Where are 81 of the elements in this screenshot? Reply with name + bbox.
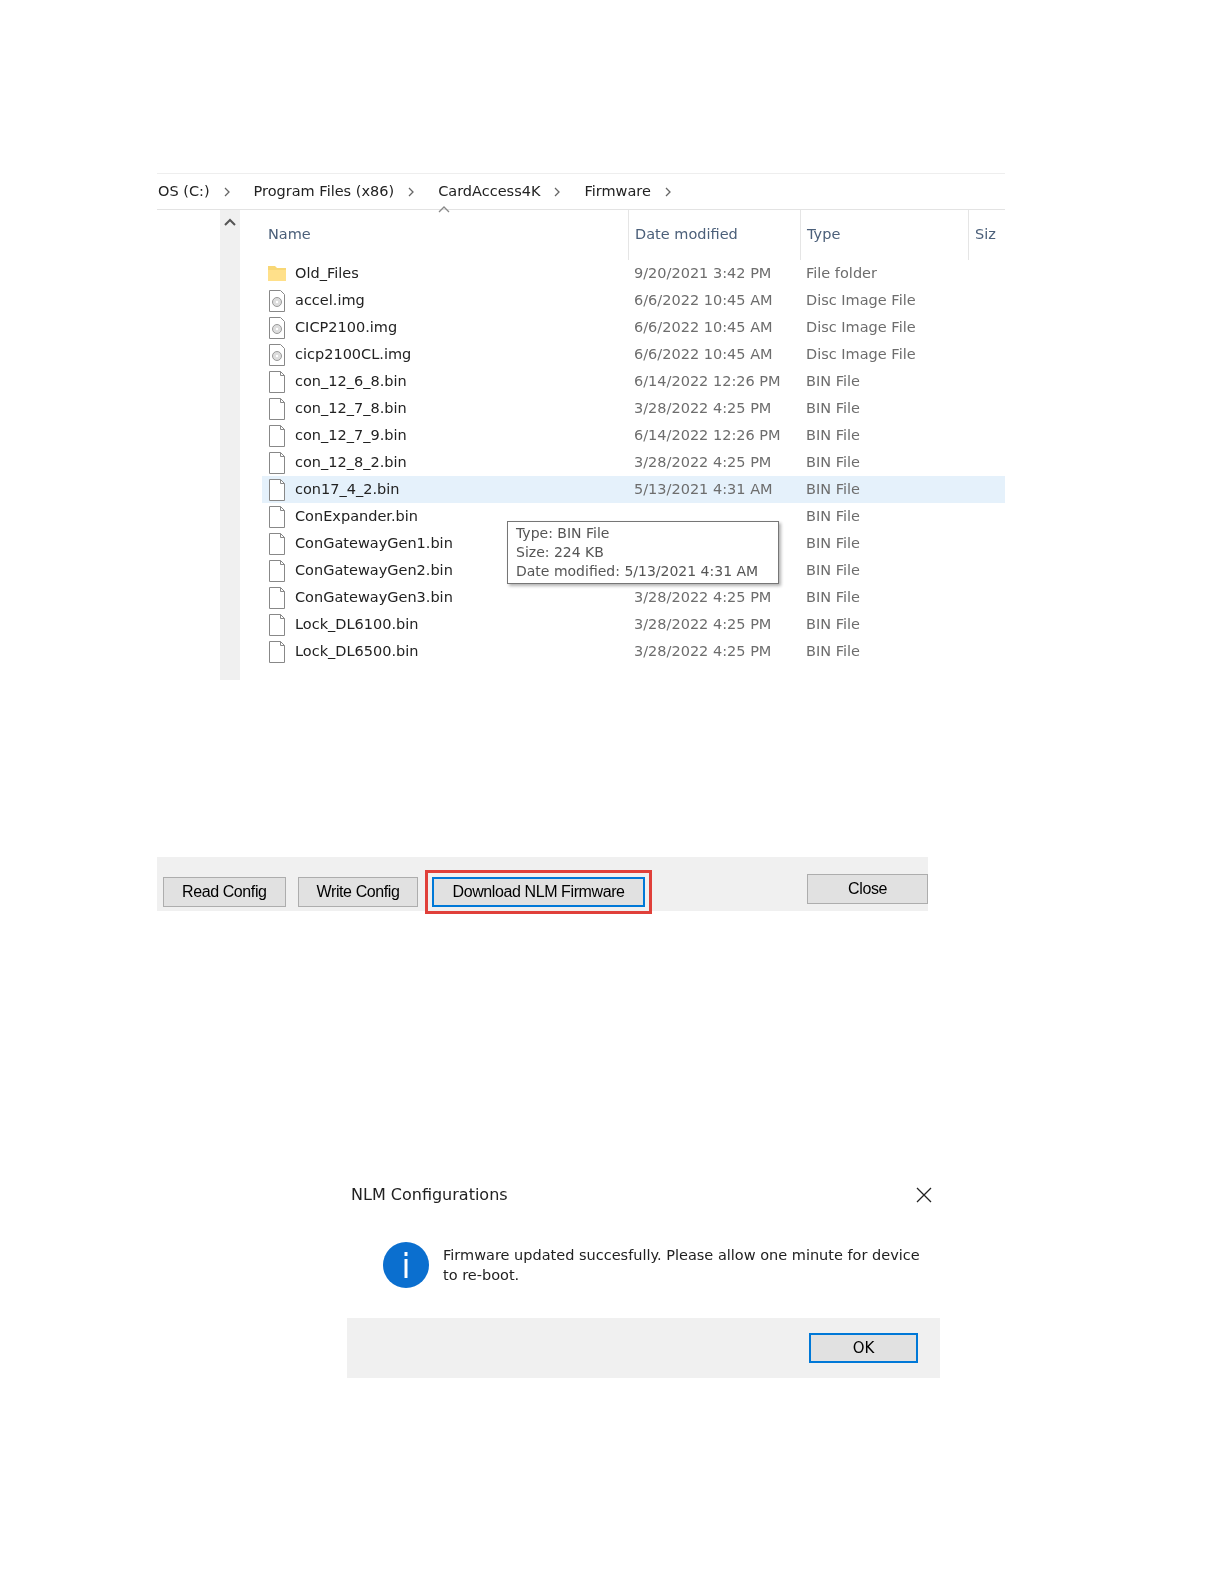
- file-icon: [268, 478, 286, 501]
- file-icon: [268, 397, 286, 420]
- file-name: con17_4_2.bin: [295, 479, 400, 499]
- type-text: BIN File: [806, 507, 860, 524]
- chevron-right-icon: [664, 186, 672, 197]
- file-name: ConGatewayGen3.bin: [295, 587, 453, 607]
- config-button[interactable]: Read Config: [163, 877, 286, 907]
- file-name: Lock_DL6100.bin: [295, 614, 419, 634]
- type-text: Disc Image File: [806, 291, 916, 308]
- breadcrumb-item[interactable]: OS (C:): [158, 180, 210, 203]
- column-header[interactable]: Name: [268, 224, 628, 246]
- file-name: ConExpander.bin: [295, 506, 418, 526]
- file-name: con_12_8_2.bin: [295, 452, 407, 472]
- ok-button[interactable]: OK: [809, 1333, 918, 1363]
- date-text: 6/6/2022 10:45 AM: [634, 291, 773, 308]
- chevron-right-icon: [554, 186, 562, 197]
- type-text: Disc Image File: [806, 345, 916, 362]
- tooltip-line: Date modified: 5/13/2021 4:31 AM: [516, 562, 760, 581]
- config-button[interactable]: Close: [807, 874, 928, 904]
- file-name: accel.img: [295, 290, 365, 310]
- file-name: con_12_7_9.bin: [295, 425, 407, 445]
- date-text: 6/14/2022 12:26 PM: [634, 372, 781, 389]
- file-name: CICP2100.img: [295, 317, 398, 337]
- type-text: Disc Image File: [806, 318, 916, 335]
- date-text: 3/28/2022 4:25 PM: [634, 642, 772, 659]
- file-icon: [268, 424, 286, 447]
- dialog-message: Firmware updated succesfully. Please allow one minute for device to re-boot.: [443, 1246, 920, 1285]
- type-text: BIN File: [806, 453, 860, 470]
- column-header[interactable]: Date modified: [628, 210, 800, 260]
- date-text: 3/28/2022 4:25 PM: [634, 453, 772, 470]
- disc-file-icon: [268, 316, 286, 339]
- type-text: BIN File: [806, 642, 860, 659]
- file-icon: [268, 451, 286, 474]
- file-name: ConGatewayGen2.bin: [295, 560, 453, 580]
- file-name: ConGatewayGen1.bin: [295, 533, 453, 553]
- scroll-up-icon[interactable]: [224, 218, 236, 226]
- file-name: Lock_DL6500.bin: [295, 641, 419, 661]
- breadcrumb-item[interactable]: CardAccess4K: [438, 180, 541, 203]
- file-name: con_12_6_8.bin: [295, 371, 407, 391]
- date-text: 9/20/2021 3:42 PM: [634, 264, 772, 281]
- type-text: BIN File: [806, 372, 860, 389]
- close-icon[interactable]: [916, 1187, 932, 1203]
- chevron-right-icon: [223, 186, 231, 197]
- type-text: BIN File: [806, 426, 860, 443]
- tooltip-line: Size: 224 KB: [516, 543, 605, 562]
- disc-file-icon: [268, 343, 286, 366]
- date-text: 6/14/2022 12:26 PM: [634, 426, 781, 443]
- date-text: 6/6/2022 10:45 AM: [634, 318, 773, 335]
- file-name: cicp2100CL.img: [295, 344, 412, 364]
- file-icon: [268, 586, 286, 609]
- column-header[interactable]: Type: [800, 210, 968, 260]
- type-text: BIN File: [806, 480, 860, 497]
- type-text: BIN File: [806, 399, 860, 416]
- config-button[interactable]: Write Config: [297, 877, 419, 907]
- date-text: 6/6/2022 10:45 AM: [634, 345, 773, 362]
- tooltip-line: Type: BIN File: [516, 524, 611, 543]
- date-text: 5/13/2021 4:31 AM: [634, 480, 773, 497]
- type-text: BIN File: [806, 561, 860, 578]
- file-icon: [268, 640, 286, 663]
- type-text: BIN File: [806, 615, 860, 632]
- info-icon: [383, 1242, 429, 1288]
- file-icon: [268, 370, 286, 393]
- type-text: BIN File: [806, 588, 860, 605]
- chevron-right-icon: [408, 186, 416, 197]
- file-icon: [268, 559, 286, 582]
- date-text: 3/28/2022 4:25 PM: [634, 399, 772, 416]
- date-text: 3/28/2022 4:25 PM: [634, 588, 772, 605]
- date-text: 3/28/2022 4:25 PM: [634, 615, 772, 632]
- file-row[interactable]: con17_4_2.bin 5/13/2021 4:31 AM BIN File: [262, 476, 1005, 503]
- disc-file-icon: [268, 289, 286, 312]
- file-icon: [268, 613, 286, 636]
- file-icon: [268, 505, 286, 528]
- type-text: BIN File: [806, 534, 860, 551]
- breadcrumb-item[interactable]: Program Files (x86): [253, 180, 395, 203]
- dialog-title: NLM Configurations: [351, 1184, 508, 1206]
- breadcrumb-item[interactable]: Firmware: [584, 180, 651, 203]
- type-text: File folder: [806, 264, 877, 281]
- file-icon: [268, 532, 286, 555]
- file-name: Old_Files: [295, 263, 359, 283]
- file-name: con_12_7_8.bin: [295, 398, 407, 418]
- column-header[interactable]: Siz: [968, 210, 996, 260]
